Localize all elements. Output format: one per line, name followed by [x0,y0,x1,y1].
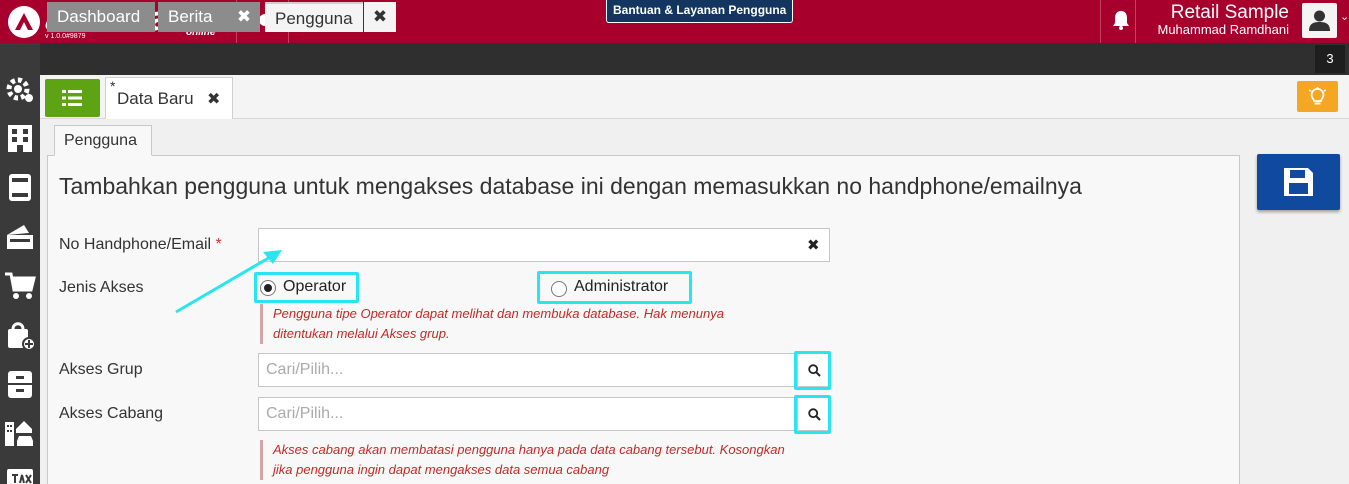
access-type-note-line: ditentukan melalui Akses grup. [273,326,450,341]
unsaved-marker: * [110,78,116,94]
header-divider [1100,0,1101,43]
required-marker: * [215,236,222,253]
building-icon[interactable] [4,122,36,154]
access-branch-note-line: jika pengguna ingin dapat mengakses data… [273,462,610,477]
header-divider [1135,0,1136,43]
phone-email-label: No Handphone/Email * [59,236,222,254]
tab-pengguna[interactable]: Pengguna [265,2,363,32]
radio-operator[interactable] [260,280,276,296]
clear-input-icon[interactable]: ✖ [807,236,820,254]
access-group-label: Akses Grup [59,361,143,378]
list-view-button[interactable] [45,79,100,117]
sidebar [0,43,40,484]
city-car-icon[interactable] [4,417,36,449]
document-tab-label: Data Baru [117,89,194,108]
phone-email-input[interactable] [258,228,830,262]
radio-operator-label[interactable]: Operator [283,278,346,296]
access-branch-label: Akses Cabang [59,405,164,422]
company-info[interactable]: Retail Sample Muhammad Ramdhani [1143,3,1289,37]
hint-button[interactable] [1297,81,1338,112]
access-type-note: Pengguna tipe Operator dapat melihat dan… [260,304,724,344]
radio-administrator[interactable] [551,281,567,297]
archive-icon[interactable] [4,368,36,400]
shopping-bag-icon[interactable] [4,319,36,351]
radio-administrator-label[interactable]: Administrator [574,278,668,296]
highlight-box-branch-search [794,395,831,434]
close-tab-berita-icon[interactable]: ✖ [228,2,260,32]
access-branch-note: Akses cabang akan membatasi pengguna han… [260,440,785,480]
tab-data-baru[interactable]: * Data Baru ✖ [105,77,233,119]
tab-pengguna-form[interactable]: Pengguna [54,125,152,156]
user-name: Muhammad Ramdhani [1157,22,1289,37]
lightbulb-icon [1309,87,1326,105]
app-version: v 1.0.0#9879 [45,33,86,40]
access-branch-note-line: Akses cabang akan membatasi pengguna han… [273,442,785,457]
main-tab-strip [40,43,1349,75]
tab-dashboard[interactable]: Dashboard [47,2,155,32]
highlight-box-group-search [794,351,831,390]
avatar[interactable] [1302,3,1337,38]
access-branch-input[interactable]: Cari/Pilih... [258,397,798,431]
tab-berita[interactable]: Berita [158,2,228,32]
save-button[interactable] [1257,154,1340,210]
close-tab-pengguna-icon[interactable]: ✖ [364,2,396,32]
open-tab-count[interactable]: 3 [1315,45,1345,73]
user-icon [1309,10,1330,31]
book-icon[interactable] [4,171,36,203]
close-icon[interactable]: ✖ [207,89,220,109]
cart-icon[interactable] [4,270,36,302]
list-icon [62,90,82,106]
money-icon[interactable] [4,221,36,253]
floppy-disk-icon [1284,168,1313,196]
radio-selected-dot [264,284,272,292]
access-type-note-line: Pengguna tipe Operator dapat melihat dan… [273,306,724,321]
access-type-label: Jenis Akses [59,279,144,296]
bell-icon[interactable] [1112,10,1130,30]
page-title: Tambahkan pengguna untuk mengakses datab… [59,173,1082,199]
settings-icon[interactable] [4,74,36,106]
logo-mark [8,6,40,38]
chevron-down-icon[interactable]: ⌄ [1340,10,1349,23]
company-name: Retail Sample [1170,2,1289,23]
help-support-button[interactable]: Bantuan & Layanan Pengguna [606,0,794,23]
access-group-input[interactable]: Cari/Pilih... [258,353,798,387]
tax-icon[interactable] [4,465,36,484]
document-toolbar [40,75,1349,119]
phone-email-label-text: No Handphone/Email [59,236,212,253]
